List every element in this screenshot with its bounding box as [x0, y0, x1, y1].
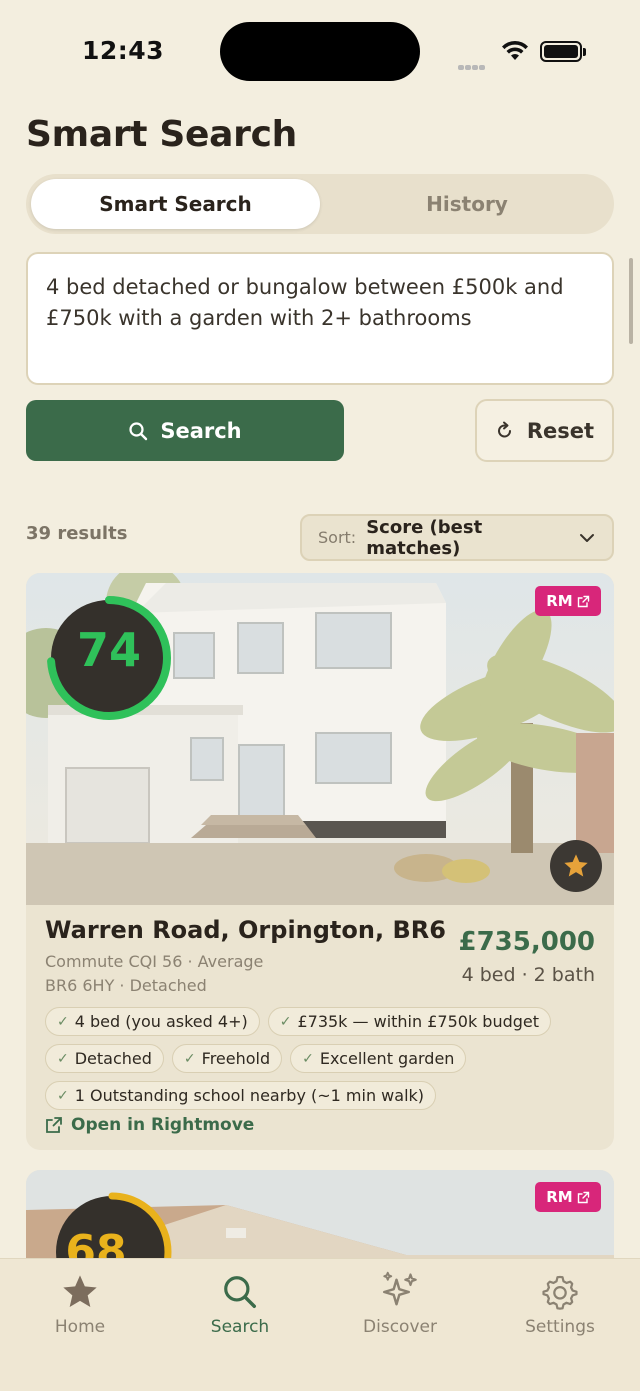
tab-home-label: Home [54, 1317, 106, 1337]
results-count: 39 results [26, 523, 128, 544]
rightmove-badge[interactable]: RM [535, 1182, 601, 1212]
page-title: Smart Search [26, 114, 297, 155]
postcode-type: BR6 6HY · Detached [45, 976, 207, 995]
wifi-icon [502, 40, 528, 60]
beds-baths: 4 bed · 2 bath [461, 964, 595, 986]
tab-settings[interactable]: Settings [480, 1269, 640, 1337]
match-chip: ✓ Freehold [171, 1044, 283, 1073]
rightmove-badge[interactable]: RM [535, 586, 601, 616]
chip-label: Excellent garden [319, 1049, 455, 1068]
refresh-icon [497, 421, 511, 437]
search-query-input[interactable]: 4 bed detached or bungalow between £500k… [26, 252, 614, 385]
chip-row: ✓ 4 bed (you asked 4+) ✓ £735k — within £7… [45, 1007, 605, 1036]
sparkles-icon [383, 1271, 417, 1306]
property-price: £735,000 [458, 927, 595, 957]
external-link-icon [577, 1191, 589, 1203]
tab-search-label: Search [210, 1317, 270, 1337]
search-button[interactable]: Search [26, 400, 344, 461]
bottom-tab-bar: Home Search Discover Settings [0, 1258, 640, 1391]
check-icon: ✓ [57, 1013, 69, 1030]
reset-button-label: Reset [526, 418, 595, 443]
chevron-down-icon [580, 533, 594, 542]
check-icon: ✓ [183, 1050, 196, 1067]
match-chips: ✓ 4 bed (you asked 4+) ✓ £735k — within £7… [45, 1007, 605, 1118]
chip-label: Freehold [201, 1049, 271, 1068]
chip-label: 4 bed (you asked 4+) [74, 1012, 248, 1031]
match-chip: ✓ £735k — within £750k budget [267, 1007, 552, 1036]
sort-label: Sort: [318, 528, 357, 547]
external-link-icon [46, 1117, 62, 1133]
rightmove-badge-label: RM [546, 1188, 573, 1206]
tab-home[interactable]: Home [0, 1269, 160, 1337]
search-button-label: Search [160, 418, 242, 443]
chip-label: Detached [74, 1049, 152, 1068]
cellular-signal-icon [458, 55, 492, 70]
check-icon: ✓ [57, 1087, 69, 1104]
open-link-label: Open in Rightmove [71, 1115, 255, 1135]
sort-value: Score (best matches) [366, 516, 483, 559]
tab-smart-search[interactable]: Smart Search [31, 179, 320, 229]
sort-dropdown[interactable]: Sort: Score (best matches) [300, 514, 614, 561]
dynamic-island [220, 22, 420, 81]
chip-label: £735k — within £750k budget [297, 1012, 540, 1031]
match-chip: ✓ Excellent garden [290, 1044, 467, 1073]
tab-discover[interactable]: Discover [320, 1269, 480, 1337]
tab-history[interactable]: History [325, 179, 609, 229]
check-icon: ✓ [279, 1013, 292, 1030]
open-in-rightmove-link[interactable]: Open in Rightmove [45, 1115, 254, 1135]
chip-row: ✓ 1 Outstanding school nearby (~1 min wal… [45, 1081, 605, 1110]
scroll-indicator [629, 258, 633, 344]
chip-row: ✓ Detached ✓ Freehold ✓ Excellent garden [45, 1044, 605, 1073]
star-icon [564, 854, 588, 877]
check-icon: ✓ [302, 1050, 314, 1067]
mode-segmented-control: Smart Search History [26, 174, 614, 234]
commute-score: Commute CQI 56 · Average [45, 952, 264, 971]
gear-icon [542, 1275, 578, 1310]
reset-button[interactable]: Reset [475, 399, 614, 462]
search-icon [129, 421, 148, 440]
tab-settings-label: Settings [525, 1317, 595, 1337]
match-chip: ✓ Detached [45, 1044, 164, 1073]
property-card[interactable]: 74 RM Warren Road, Orpington, BR6 £735,0… [26, 573, 614, 1150]
rightmove-badge-label: RM [546, 592, 573, 610]
external-link-icon [577, 595, 589, 607]
favourite-button[interactable] [550, 840, 602, 892]
star-icon [63, 1275, 97, 1307]
match-chip: ✓ 1 Outstanding school nearby (~1 min wal… [45, 1081, 437, 1110]
tab-discover-label: Discover [363, 1317, 437, 1337]
status-bar: 12:43 [0, 0, 640, 100]
chip-label: 1 Outstanding school nearby (~1 min walk… [74, 1086, 425, 1105]
status-time: 12:43 [82, 36, 165, 65]
score-value: 74 [76, 623, 141, 677]
search-icon [224, 1276, 256, 1308]
battery-icon [540, 41, 586, 62]
property-title: Warren Road, Orpington, BR6 [45, 916, 446, 944]
match-chip: ✓ 4 bed (you asked 4+) [45, 1007, 260, 1036]
check-icon: ✓ [57, 1050, 69, 1067]
tab-search[interactable]: Search [160, 1269, 320, 1337]
